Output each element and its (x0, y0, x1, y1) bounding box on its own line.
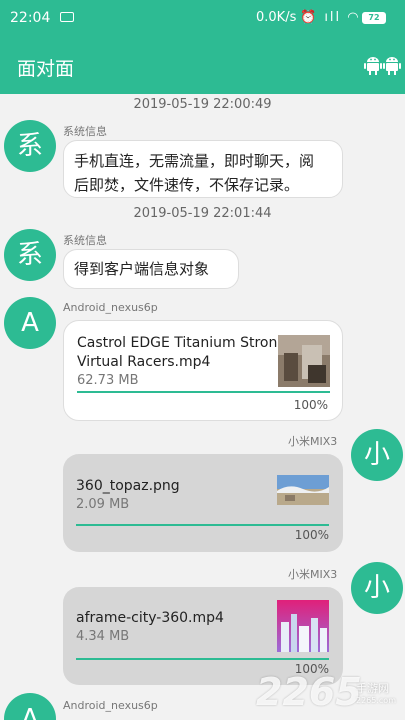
avatar[interactable]: 小 (351, 562, 403, 614)
avatar[interactable]: A (4, 693, 56, 720)
signal-icons: ⏰ ıll ◠ (300, 10, 361, 25)
watermark-logo: 2265 手游网 2265.com (256, 670, 405, 720)
timestamp: 2019-05-19 22:01:44 (133, 206, 272, 221)
android-robot-icon (383, 57, 401, 75)
app-bar: 面对面 (0, 38, 405, 94)
file-name-line: Castrol EDGE Titanium Strong (77, 335, 287, 351)
android-robot-icon (364, 57, 382, 75)
file-size: 4.34 MB (76, 629, 130, 644)
file-name-line: Virtual Racers.mp4 (77, 354, 211, 370)
watermark-url: 2265.com (356, 696, 396, 705)
image-thumbnail (277, 475, 329, 505)
watermark-cn: 手游网 (356, 682, 389, 695)
sender-name: Android_nexus6p (63, 699, 158, 712)
avatar[interactable]: A (4, 297, 56, 349)
progress-percent: 100% (294, 528, 329, 542)
message-text: 后即焚，文件速传，不保存记录。 (74, 176, 300, 194)
file-card[interactable]: Castrol EDGE Titanium Strong Virtual Rac… (63, 320, 343, 421)
avatar[interactable]: 系 (4, 120, 56, 172)
sender-name: Android_nexus6p (63, 301, 158, 314)
battery-icon: 72 (362, 12, 386, 24)
status-time: 22:04 (10, 10, 51, 26)
sender-name: 小米MIX3 (288, 568, 338, 581)
message-text: 得到客户端信息对象 (74, 260, 210, 278)
file-size: 2.09 MB (76, 497, 130, 512)
sender-name: 系统信息 (63, 125, 107, 138)
video-thumbnail (278, 335, 330, 387)
watermark-number: 2265 (256, 670, 362, 714)
message-bubble[interactable]: 手机直连，无需流量，即时聊天，阅 后即焚，文件速传，不保存记录。 (63, 140, 343, 198)
sender-name: 系统信息 (63, 234, 107, 247)
file-card[interactable]: 360_topaz.png 2.09 MB 100% (63, 454, 343, 552)
file-name: Castrol EDGE Titanium Strong Virtual Rac… (77, 334, 286, 372)
android-icon[interactable] (364, 55, 402, 79)
file-size: 62.73 MB (77, 373, 139, 388)
progress-bar (76, 524, 329, 526)
message-bubble[interactable]: 得到客户端信息对象 (63, 249, 239, 289)
message-text: 手机直连，无需流量，即时聊天，阅 (74, 152, 315, 170)
video-thumbnail (277, 600, 329, 652)
avatar[interactable]: 系 (4, 229, 56, 281)
timestamp: 2019-05-19 22:00:49 (133, 97, 272, 112)
progress-bar (76, 658, 329, 660)
progress-percent: 100% (293, 398, 328, 412)
watermark-digits: 2265 (256, 670, 362, 714)
file-name: aframe-city-360.mp4 (76, 610, 224, 626)
file-name: 360_topaz.png (76, 478, 180, 494)
page-title: 面对面 (17, 58, 75, 80)
progress-bar (77, 391, 330, 393)
message-icon (60, 12, 74, 22)
net-speed: 0.0K/s (256, 10, 297, 25)
sender-name: 小米MIX3 (288, 435, 338, 448)
avatar[interactable]: 小 (351, 429, 403, 481)
status-bar: 22:04 0.0K/s ⏰ ıll ◠ 72 (0, 0, 405, 38)
